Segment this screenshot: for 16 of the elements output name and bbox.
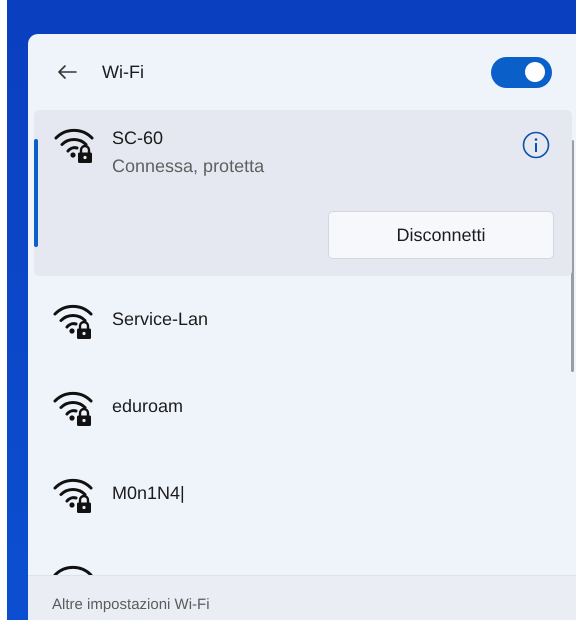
network-name: SC-60 bbox=[112, 127, 164, 150]
more-wifi-settings-link[interactable]: Altre impostazioni Wi-Fi bbox=[52, 594, 210, 616]
network-item[interactable]: M0n1N4| bbox=[28, 450, 576, 537]
back-arrow-icon bbox=[57, 64, 77, 80]
network-status: Connessa, protetta bbox=[112, 155, 264, 178]
wifi-toggle[interactable] bbox=[491, 56, 552, 88]
network-item[interactable]: SC-60 Connessa, protetta Disconnetti bbox=[34, 110, 572, 276]
panel-title: Wi-Fi bbox=[102, 60, 144, 84]
disconnect-button[interactable]: Disconnetti bbox=[328, 211, 554, 259]
network-name: eduroam bbox=[112, 395, 184, 418]
network-name: Service-Lan bbox=[112, 308, 208, 331]
network-name: M0n1N4| bbox=[112, 482, 185, 505]
info-icon bbox=[522, 131, 550, 159]
network-item[interactable]: eduroam bbox=[28, 363, 576, 450]
info-button[interactable] bbox=[522, 131, 550, 159]
network-item[interactable]: Service-Lan bbox=[28, 276, 576, 363]
